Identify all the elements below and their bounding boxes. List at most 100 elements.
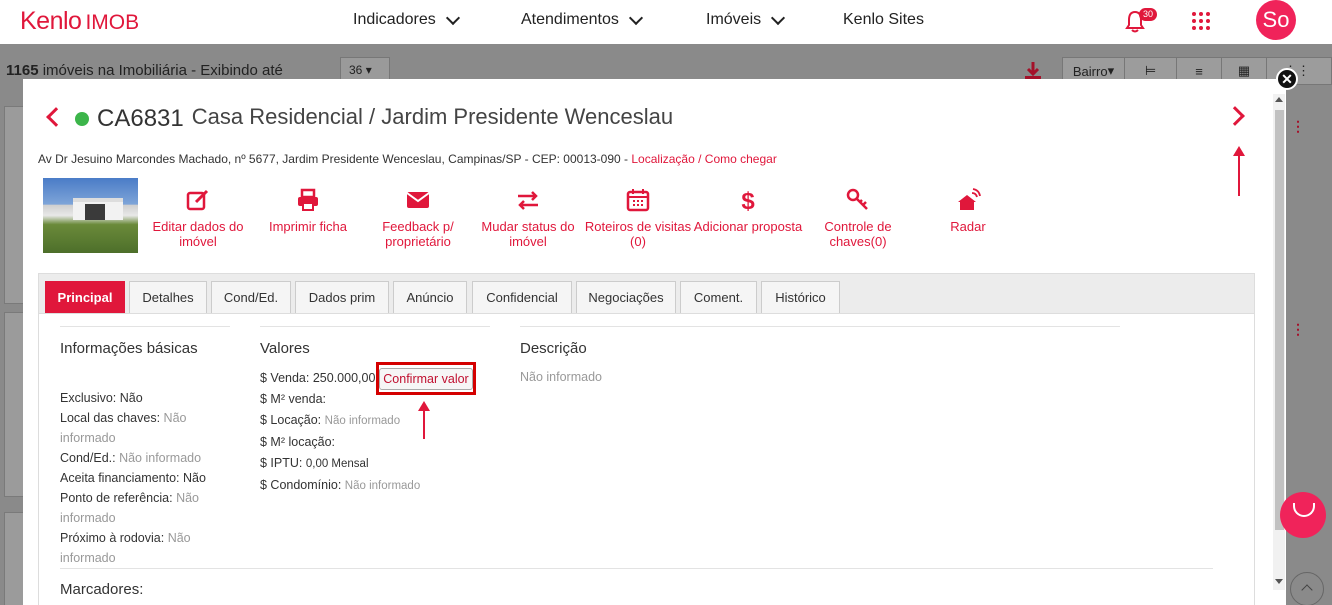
annotation-arrow (418, 401, 430, 439)
chevron-down-icon (628, 10, 643, 25)
close-modal-button[interactable]: ✕ (1276, 68, 1298, 90)
sale-price: 250.000,00 (312, 371, 376, 385)
tab-bar: Principal Detalhes Cond/Ed. Dados prim A… (39, 274, 1254, 314)
top-navbar: Kenlo IMOB Indicadores Atendimentos Imóve… (0, 0, 1332, 44)
tab-dados-prim[interactable]: Dados prim (295, 281, 389, 313)
action-label: Imprimir ficha (268, 219, 347, 234)
divider (60, 326, 230, 327)
nav-label: Atendimentos (521, 11, 619, 28)
tab-detalhes[interactable]: Detalhes (129, 281, 207, 313)
action-label: Mudar status do imóvel (481, 219, 575, 249)
tab-anuncio[interactable]: Anúncio (393, 281, 467, 313)
more-options-icon[interactable]: ⋮ (1291, 321, 1305, 338)
more-options-icon[interactable]: ⋮ (1291, 118, 1305, 135)
nav-imoveis[interactable]: Imóveis (706, 10, 786, 29)
edit-icon (186, 189, 209, 211)
tab-coment[interactable]: Coment. (680, 281, 757, 313)
info-label: Próximo à rodovia: (60, 531, 165, 545)
basic-info-list: Exclusivo: Não Local das chaves: Não inf… (60, 388, 230, 568)
info-value: Não (167, 531, 191, 545)
tab-historico[interactable]: Histórico (761, 281, 840, 313)
divider (60, 568, 1213, 569)
kenlo-logo[interactable]: Kenlo IMOB (20, 7, 139, 36)
print-sheet-button[interactable]: Imprimir ficha (253, 187, 363, 249)
property-address: Av Dr Jesuino Marcondes Machado, nº 5677… (38, 152, 777, 166)
edit-property-button[interactable]: Editar dados do imóvel (143, 187, 253, 249)
value-value: Não informado (324, 415, 401, 427)
confirm-value-button[interactable]: Confirmar valor (379, 368, 473, 390)
property-thumbnail[interactable] (43, 178, 138, 253)
notification-badge: 30 (1139, 8, 1158, 21)
values-title: Valores (260, 340, 310, 357)
nav-label: Indicadores (353, 11, 436, 28)
description-text: Não informado (520, 370, 602, 384)
info-value: informado (60, 511, 116, 525)
divider (520, 326, 1120, 327)
annotation-arrow (1233, 146, 1245, 196)
chat-icon[interactable] (1280, 492, 1326, 538)
tab-principal[interactable]: Principal (45, 281, 125, 313)
info-label: Cond/Ed.: (60, 451, 116, 465)
calendar-icon (626, 189, 650, 212)
info-value: informado (60, 431, 116, 445)
apps-grid-icon[interactable] (1192, 12, 1210, 30)
divider (260, 326, 490, 327)
tab-cond-ed[interactable]: Cond/Ed. (211, 281, 291, 313)
scroll-thumb[interactable] (1275, 110, 1284, 530)
per-page-value: 36 (349, 63, 363, 77)
tab-confidencial[interactable]: Confidencial (472, 281, 572, 313)
tab-negociacoes[interactable]: Negociações (576, 281, 676, 313)
chevron-down-icon (445, 10, 460, 25)
info-value: Não (119, 391, 143, 405)
nav-kenlo-sites[interactable]: Kenlo Sites (843, 11, 924, 29)
scroll-up-icon[interactable] (1275, 97, 1283, 102)
nav-atendimentos[interactable]: Atendimentos (521, 10, 643, 29)
action-label: Radar (950, 219, 986, 234)
key-control-button[interactable]: Controle de chaves(0) (803, 187, 913, 249)
scroll-down-icon[interactable] (1275, 579, 1283, 584)
listing-count-text: imóveis na Imobiliária - Exibindo até (42, 62, 283, 79)
previous-property-icon[interactable] (46, 107, 66, 127)
action-label: Adicionar proposta (693, 219, 803, 234)
user-avatar[interactable]: So (1256, 0, 1296, 40)
next-property-icon[interactable] (1225, 106, 1245, 126)
dollar-icon: $ (741, 188, 755, 213)
visit-routes-button[interactable]: Roteiros de visitas (0) (583, 187, 693, 249)
value-label: $ M² locação: (260, 435, 336, 449)
info-value: Não (176, 491, 199, 505)
value-label: $ Venda: (260, 371, 310, 385)
action-label: Editar dados do imóvel (152, 219, 244, 249)
link-separator: / (698, 152, 702, 166)
info-label: Exclusivo: (60, 391, 117, 405)
directions-link[interactable]: Como chegar (705, 152, 777, 166)
radar-button[interactable]: Radar (913, 187, 1023, 249)
info-value: informado (60, 551, 116, 565)
info-value: Não (163, 411, 187, 425)
change-status-button[interactable]: Mudar status do imóvel (473, 187, 583, 249)
property-title-row: CA6831 Casa Residencial / Jardim Preside… (45, 101, 673, 133)
nav-indicadores[interactable]: Indicadores (353, 10, 460, 29)
listing-count-number: 1165 (6, 62, 39, 79)
sort-label: Bairro (1072, 63, 1108, 79)
value-value: Não informado (344, 480, 421, 492)
action-bar: Editar dados do imóvel Imprimir ficha Fe… (143, 187, 1023, 249)
location-link[interactable]: Localização (631, 152, 694, 166)
radar-icon (958, 188, 981, 210)
address-text: Av Dr Jesuino Marcondes Machado, nº 5677… (38, 152, 629, 166)
chevron-down-icon (771, 10, 786, 25)
iptu-value: 0,00 Mensal (305, 458, 369, 470)
info-value: Não informado (119, 451, 202, 465)
add-proposal-button[interactable]: $ Adicionar proposta (693, 187, 803, 249)
info-label: Local das chaves: (60, 411, 161, 425)
property-code: CA6831 (97, 105, 184, 132)
status-indicator (75, 112, 89, 126)
owner-feedback-button[interactable]: Feedback p/ proprietário (363, 187, 473, 249)
scroll-to-top-icon[interactable] (1290, 572, 1324, 605)
value-label: $ IPTU: (260, 456, 303, 470)
svg-text:$: $ (741, 188, 755, 213)
property-title: Casa Residencial / Jardim Presidente Wen… (191, 104, 674, 129)
nav-label: Kenlo Sites (843, 11, 924, 28)
brand-name: Kenlo (20, 7, 82, 35)
nav-label: Imóveis (706, 11, 762, 28)
action-label: Feedback p/ proprietário (382, 219, 454, 249)
